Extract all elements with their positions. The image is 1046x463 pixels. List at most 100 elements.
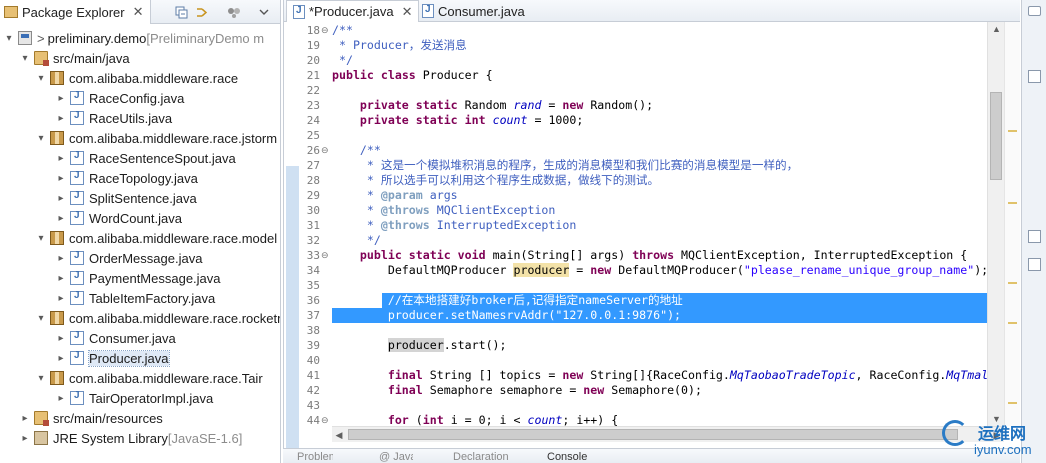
tab-console[interactable]: Console bbox=[547, 451, 587, 463]
package-explorer-tab[interactable]: Package Explorer ✕ bbox=[0, 0, 151, 24]
code-line[interactable]: * @throws MQClientException bbox=[332, 203, 989, 218]
tree-item-src-main-java[interactable]: ▾ src/main/java bbox=[20, 48, 130, 68]
chevron-down-icon[interactable]: ▾ bbox=[36, 133, 46, 144]
code-line[interactable] bbox=[332, 353, 989, 368]
tree-item-package[interactable]: ▾ com.alibaba.middleware.race.Tair bbox=[36, 368, 262, 388]
occurrence-marker[interactable] bbox=[1008, 130, 1017, 132]
tree-item-java-file[interactable]: ▸ RaceConfig.java bbox=[56, 88, 184, 108]
chevron-right-icon[interactable]: ▸ bbox=[20, 413, 30, 424]
fold-toggle-icon[interactable]: ⊖ bbox=[321, 248, 329, 263]
tab-problems[interactable]: Problems bbox=[297, 451, 333, 463]
close-icon[interactable]: ✕ bbox=[402, 4, 413, 20]
restore-view-icon[interactable] bbox=[1028, 70, 1041, 83]
tab-producer-java[interactable]: *Producer.java ✕ bbox=[286, 0, 420, 22]
tree-item-package[interactable]: ▾ com.alibaba.middleware.race.rocketmq bbox=[36, 308, 280, 328]
tree-item-java-file[interactable]: ▸ OrderMessage.java bbox=[56, 248, 202, 268]
tree-item-package[interactable]: ▾ com.alibaba.middleware.race.model bbox=[36, 228, 277, 248]
code-line[interactable]: * Producer，发送消息 bbox=[332, 38, 989, 53]
code-line[interactable]: * @param args bbox=[332, 188, 989, 203]
link-with-editor-icon[interactable] bbox=[194, 4, 210, 20]
code-line[interactable] bbox=[332, 278, 989, 293]
code-area[interactable]: /** * Producer，发送消息 */public class Produ… bbox=[332, 22, 989, 426]
code-line[interactable]: final String [] topics = new String[]{Ra… bbox=[332, 368, 989, 383]
code-line[interactable] bbox=[332, 128, 989, 143]
tree-item-java-file[interactable]: ▸ RaceSentenceSpout.java bbox=[56, 148, 235, 168]
tree-item-src-main-resources[interactable]: ▸ src/main/resources bbox=[20, 408, 163, 428]
fold-toggle-icon[interactable]: ⊖ bbox=[321, 23, 329, 38]
tree-item-java-file[interactable]: ▸ TableItemFactory.java bbox=[56, 288, 215, 308]
code-line[interactable]: producer.start(); bbox=[332, 338, 989, 353]
code-line[interactable]: final Semaphore semaphore = new Semaphor… bbox=[332, 383, 989, 398]
code-line[interactable]: */ bbox=[332, 233, 989, 248]
code-line[interactable]: producer.setNamesrvAddr("127.0.0.1:9876"… bbox=[332, 308, 989, 323]
overview-ruler[interactable] bbox=[1004, 22, 1020, 426]
occurrence-marker[interactable] bbox=[1008, 202, 1017, 204]
chevron-right-icon[interactable]: ▸ bbox=[56, 293, 66, 304]
tree-item-java-file[interactable]: ▸ RaceTopology.java bbox=[56, 168, 197, 188]
close-icon[interactable]: ✕ bbox=[133, 4, 144, 20]
tree-item-java-file[interactable]: ▸ RaceUtils.java bbox=[56, 108, 172, 128]
horizontal-scrollbar[interactable]: ◀ ▶ bbox=[332, 426, 1004, 442]
chevron-down-icon[interactable]: ▾ bbox=[20, 53, 30, 64]
chevron-right-icon[interactable]: ▸ bbox=[56, 253, 66, 264]
chevron-right-icon[interactable]: ▸ bbox=[56, 213, 66, 224]
code-line[interactable]: private static Random rand = new Random(… bbox=[332, 98, 989, 113]
vertical-scroll-thumb[interactable] bbox=[990, 92, 1002, 180]
tree-item-package[interactable]: ▾ com.alibaba.middleware.race.jstorm bbox=[36, 128, 277, 148]
tree-item-java-file[interactable]: ▸ PaymentMessage.java bbox=[56, 268, 220, 288]
horizontal-scroll-thumb[interactable] bbox=[348, 429, 958, 440]
chevron-down-icon[interactable]: ▾ bbox=[36, 313, 46, 324]
code-line[interactable]: /** bbox=[332, 23, 989, 38]
focus-active-task-icon[interactable] bbox=[226, 4, 242, 20]
tree-item-java-file[interactable]: ▸ TairOperatorImpl.java bbox=[56, 388, 213, 408]
chevron-right-icon[interactable]: ▸ bbox=[56, 93, 66, 104]
scroll-left-arrow-icon[interactable]: ◀ bbox=[332, 427, 346, 443]
chevron-down-icon[interactable]: ▾ bbox=[36, 233, 46, 244]
occurrence-marker[interactable] bbox=[1008, 402, 1017, 404]
tab-declaration[interactable]: Declaration bbox=[453, 451, 527, 463]
code-line[interactable]: private static int count = 1000; bbox=[332, 113, 989, 128]
code-line[interactable] bbox=[332, 323, 989, 338]
chevron-down-icon[interactable]: ▾ bbox=[4, 33, 14, 44]
chevron-right-icon[interactable]: ▸ bbox=[56, 393, 66, 404]
tree-item-java-file[interactable]: ▸ Consumer.java bbox=[56, 328, 175, 348]
vertical-scrollbar[interactable]: ▲ ▼ bbox=[987, 22, 1004, 426]
tab-javadoc[interactable]: @ Javadoc bbox=[379, 451, 413, 463]
code-line[interactable]: /** bbox=[332, 143, 989, 158]
fold-toggle-icon[interactable]: ⊖ bbox=[321, 413, 329, 428]
chevron-right-icon[interactable]: ▸ bbox=[56, 193, 66, 204]
chevron-right-icon[interactable]: ▸ bbox=[56, 113, 66, 124]
fold-toggle-icon[interactable]: ⊖ bbox=[321, 143, 329, 158]
tree-item-package[interactable]: ▾ com.alibaba.middleware.race bbox=[36, 68, 238, 88]
tree-item-java-file[interactable]: ▸ SplitSentence.java bbox=[56, 188, 196, 208]
tree-item-java-file[interactable]: ▸ WordCount.java bbox=[56, 208, 182, 228]
code-line[interactable]: for (int i = 0; i < count; i++) { bbox=[332, 413, 989, 426]
minimize-icon[interactable] bbox=[1028, 6, 1041, 16]
code-line[interactable] bbox=[332, 398, 989, 413]
code-line[interactable] bbox=[332, 83, 989, 98]
occurrence-marker[interactable] bbox=[1008, 282, 1017, 284]
chevron-right-icon[interactable]: ▸ bbox=[56, 173, 66, 184]
occurrence-marker[interactable] bbox=[1008, 322, 1017, 324]
code-line[interactable]: public class Producer { bbox=[332, 68, 989, 83]
chevron-right-icon[interactable]: ▸ bbox=[20, 433, 30, 444]
chevron-right-icon[interactable]: ▸ bbox=[56, 153, 66, 164]
code-line[interactable]: public static void main(String[] args) t… bbox=[332, 248, 989, 263]
code-line[interactable]: * @throws InterruptedException bbox=[332, 218, 989, 233]
code-line[interactable]: DefaultMQProducer producer = new Default… bbox=[332, 263, 989, 278]
collapse-all-icon[interactable] bbox=[173, 4, 189, 20]
scroll-up-arrow-icon[interactable]: ▲ bbox=[988, 22, 1005, 36]
code-line[interactable]: */ bbox=[332, 53, 989, 68]
view-menu-chevron-down-icon[interactable] bbox=[256, 4, 272, 20]
tree-item-project[interactable]: ▾ > preliminary.demo [PreliminaryDemo m bbox=[4, 28, 264, 48]
chevron-down-icon[interactable]: ▾ bbox=[36, 373, 46, 384]
outline-view-icon[interactable] bbox=[1028, 230, 1041, 243]
code-line[interactable]: //在本地搭建好broker后,记得指定nameServer的地址 bbox=[332, 293, 989, 308]
tab-consumer-java[interactable]: Consumer.java bbox=[416, 0, 531, 22]
tree-item-producer-selected[interactable]: ▸ Producer.java bbox=[56, 348, 170, 368]
code-line[interactable]: * 这是一个模拟堆积消息的程序，生成的消息模型和我们比赛的消息模型是一样的， bbox=[332, 158, 989, 173]
code-line[interactable]: * 所以选手可以利用这个程序生成数据，做线下的测试。 bbox=[332, 173, 989, 188]
tree-item-jre-library[interactable]: ▸ JRE System Library [JavaSE-1.6] bbox=[20, 428, 242, 448]
chevron-right-icon[interactable]: ▸ bbox=[56, 273, 66, 284]
chevron-right-icon[interactable]: ▸ bbox=[56, 333, 66, 344]
